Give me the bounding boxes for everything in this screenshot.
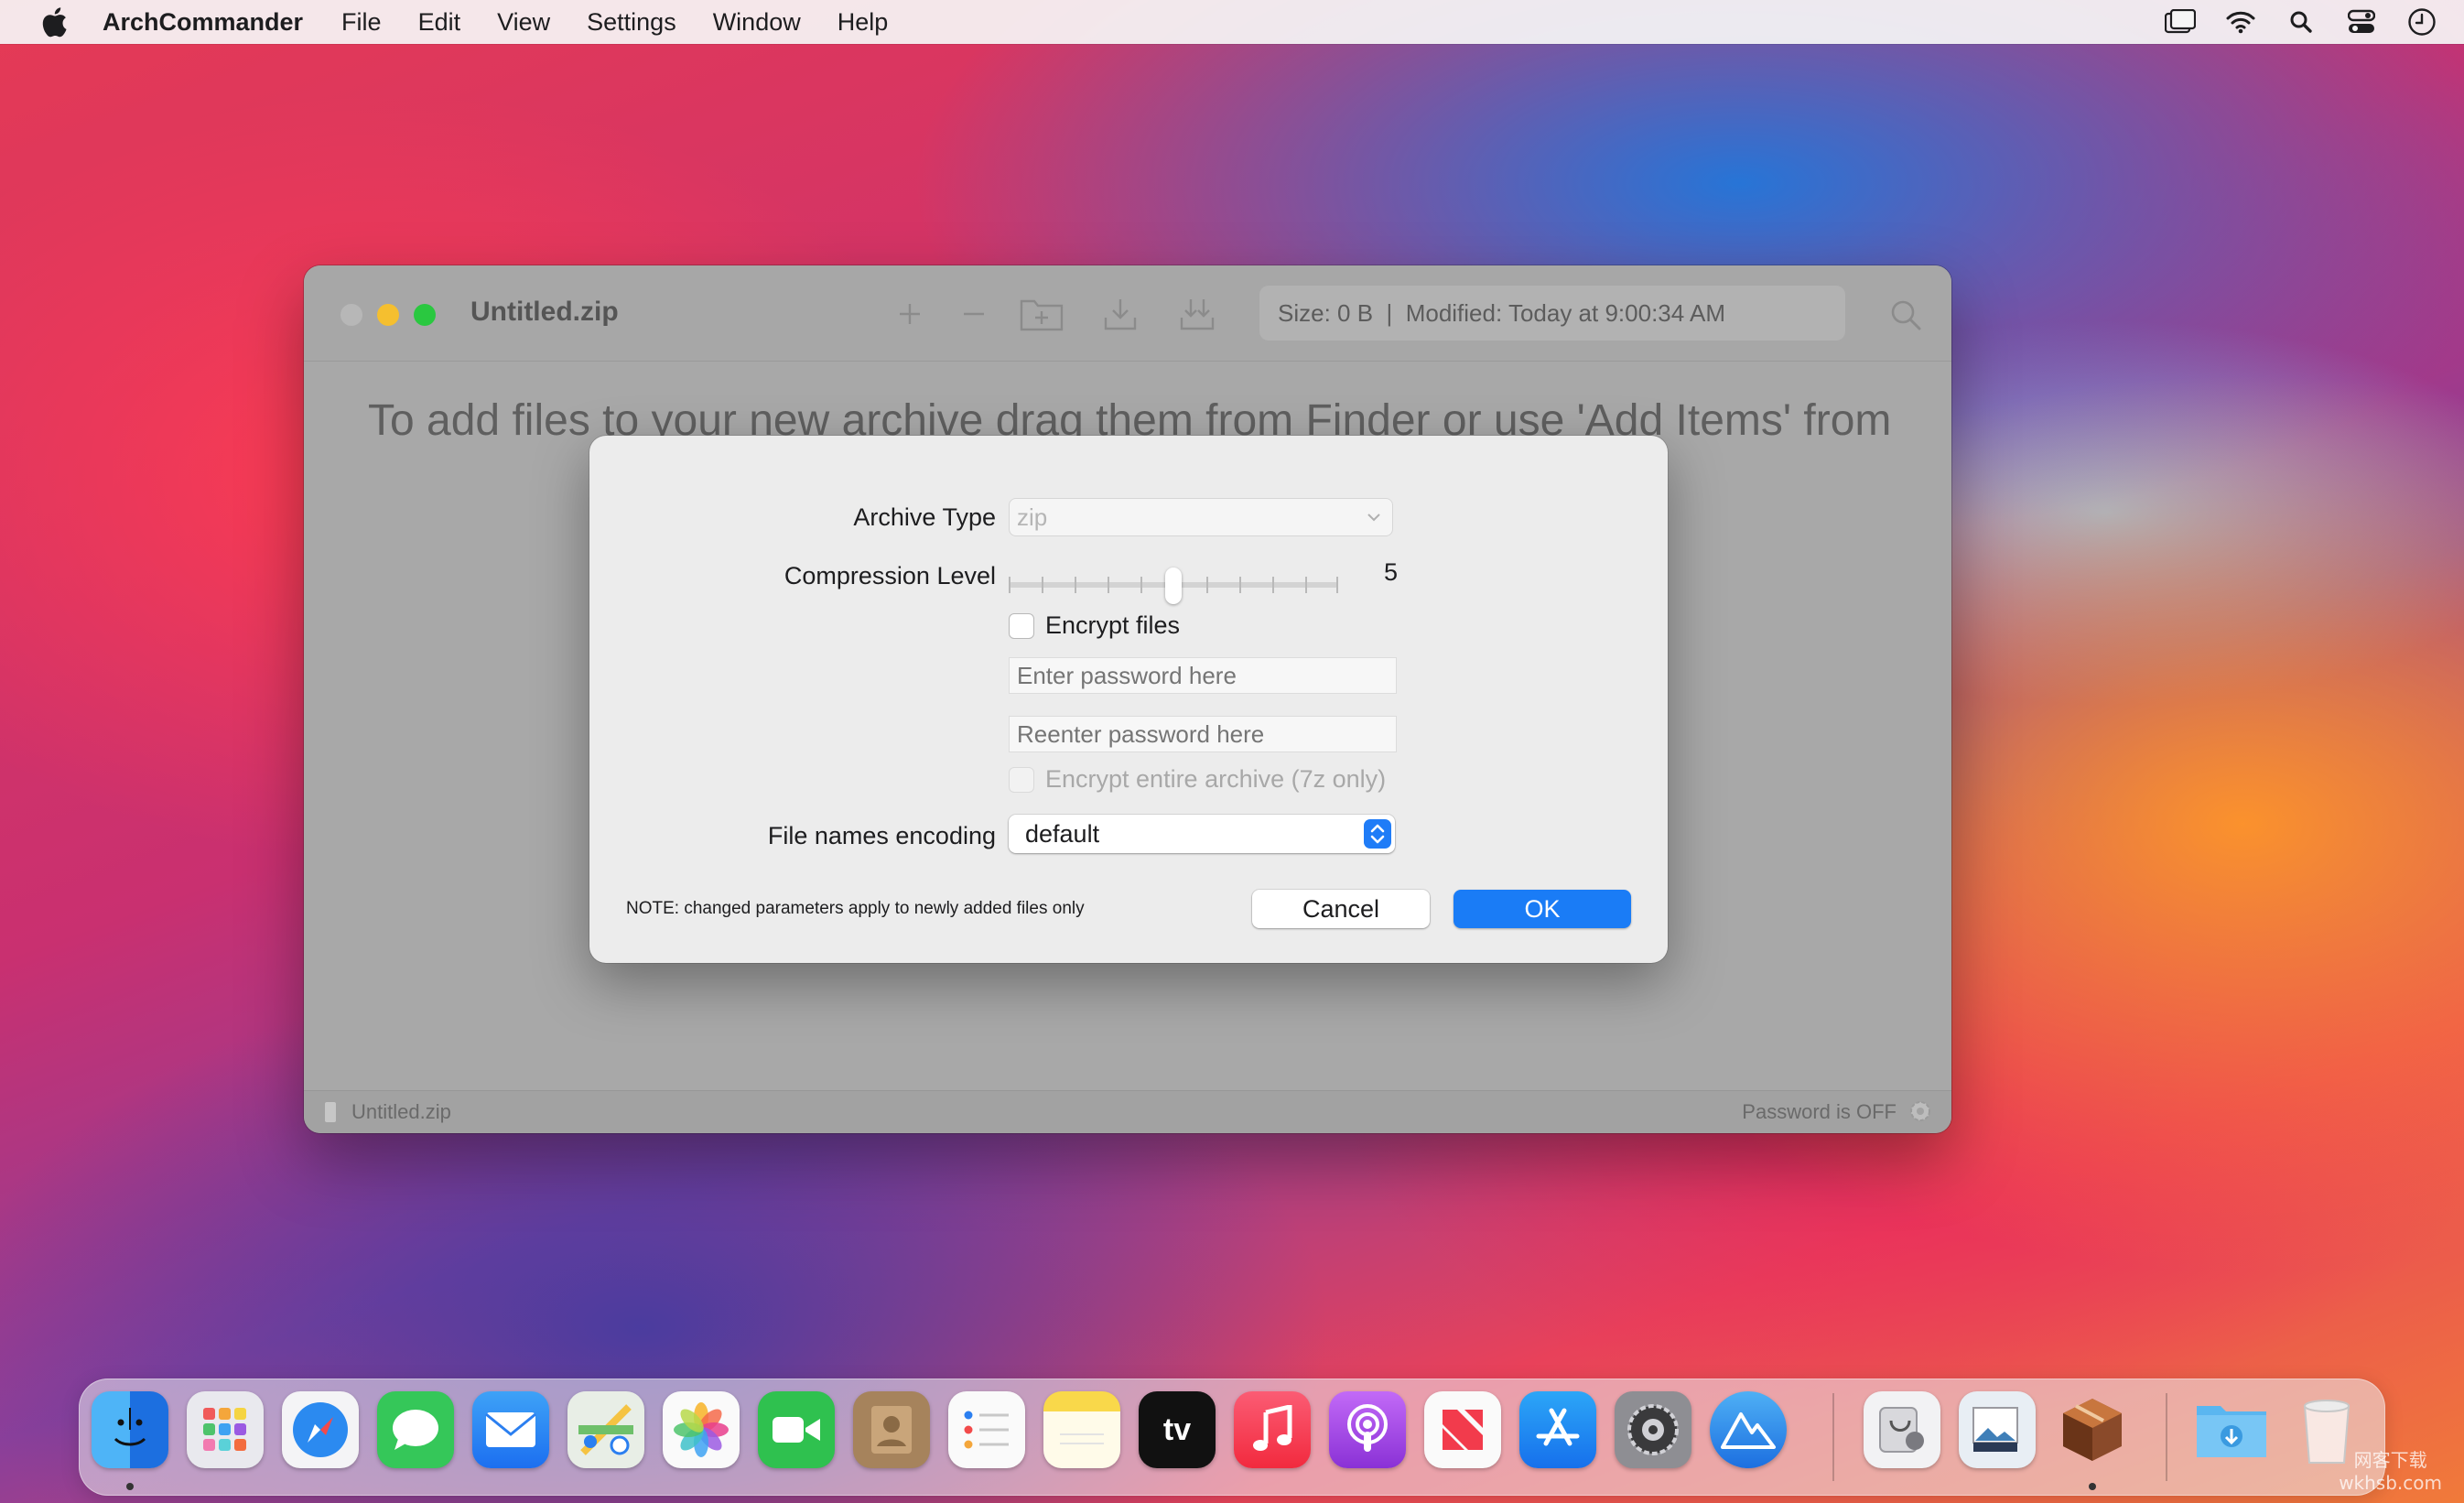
news-icon[interactable] [1424,1391,1501,1468]
slider-tick [1305,577,1307,593]
window-minimize-button[interactable] [377,304,399,326]
menu-help[interactable]: Help [838,8,889,37]
dock-separator [2166,1393,2167,1481]
encrypt-entire-archive-label: Encrypt entire archive (7z only) [1045,765,1387,793]
menu-edit[interactable]: Edit [418,8,461,37]
search-icon[interactable] [2283,4,2319,40]
password-field[interactable] [1009,657,1397,694]
archive-type-label: Archive Type [853,503,996,531]
encrypt-files-label: Encrypt files [1045,611,1181,639]
contacts-icon[interactable] [853,1391,930,1468]
window-close-button[interactable] [340,304,362,326]
slider-tick [1206,577,1208,593]
slider-tick [1075,577,1076,593]
new-folder-icon[interactable] [1016,291,1067,337]
search-icon[interactable] [1887,297,1924,333]
slider-tick [1009,577,1010,593]
safari-icon[interactable] [282,1391,359,1468]
tv-label: tv [1162,1411,1192,1447]
apple-icon[interactable] [40,6,68,38]
photos-icon[interactable] [663,1391,740,1468]
notes-icon[interactable] [1043,1391,1120,1468]
running-indicator [126,1483,134,1490]
archcommander-icon[interactable] [2054,1391,2131,1468]
downloads-folder-icon[interactable] [2193,1391,2270,1468]
altimeter-icon[interactable] [1710,1391,1787,1468]
cancel-button[interactable]: Cancel [1252,890,1430,928]
menu-settings[interactable]: Settings [587,8,676,37]
archive-type-select: zip [1009,498,1393,536]
menu-bar: ArchCommander File Edit View Settings Wi… [0,0,2464,44]
window-titlebar: Untitled.zip Size: 0 B | Modified: Today… [304,265,1951,362]
chevron-down-icon [1367,514,1380,522]
archive-type-value: zip [1017,503,1048,531]
running-indicator [2089,1483,2096,1490]
menu-window[interactable]: Window [713,8,801,37]
menu-app-name[interactable]: ArchCommander [103,8,303,37]
watermark-text: 网客下载 wkhsb.com [2339,1449,2442,1494]
extract-icon[interactable] [1095,291,1146,337]
disk-utility-icon[interactable] [1864,1391,1940,1468]
window-zoom-button[interactable] [414,304,436,326]
display-icon[interactable] [2162,4,2199,40]
status-filename: Untitled.zip [351,1100,451,1123]
tv-icon[interactable]: tv [1139,1391,1216,1468]
compression-level-label: Compression Level [784,562,996,589]
file-names-encoding-select[interactable]: default [1009,815,1395,853]
facetime-icon[interactable] [758,1391,835,1468]
wifi-icon[interactable] [2222,4,2259,40]
slider-knob[interactable] [1165,568,1182,604]
stepper-arrows-icon [1364,819,1391,849]
encrypt-entire-archive-checkbox[interactable] [1009,767,1034,793]
dialog-note: NOTE: changed parameters apply to newly … [626,899,1085,918]
slider-tick [1239,577,1241,593]
menu-view[interactable]: View [497,8,550,37]
ok-button[interactable]: OK [1454,890,1631,928]
compression-level-value: 5 [1384,558,1399,586]
control-center-icon[interactable] [2343,4,2380,40]
slider-tick [1140,577,1142,593]
reenter-password-field[interactable] [1009,716,1397,752]
menu-file[interactable]: File [341,8,382,37]
window-title: Untitled.zip [470,297,619,327]
extract-all-icon[interactable] [1172,291,1223,337]
compression-level-slider[interactable] [1009,562,1338,608]
archive-settings-dialog: Archive Type zip Compression Level 5 Enc… [589,436,1668,963]
archive-info-display: Size: 0 B | Modified: Today at 9:00:34 A… [1259,286,1845,341]
music-icon[interactable] [1234,1391,1311,1468]
slider-tick [1272,577,1274,593]
encoding-value: default [1025,820,1100,848]
slider-tick [1108,577,1109,593]
finder-icon[interactable] [92,1391,168,1468]
status-bar: Untitled.zip Password is OFF [304,1090,1951,1133]
slider-tick [1042,577,1043,593]
watermark: 网客下载 wkhsb.com [2339,1445,2442,1494]
clock-icon[interactable] [2404,4,2440,40]
podcasts-icon[interactable] [1329,1391,1406,1468]
messages-icon[interactable] [377,1391,454,1468]
archive-info-text: Size: 0 B | Modified: Today at 9:00:34 A… [1278,298,1725,327]
remove-icon[interactable] [948,291,1000,337]
system-preferences-icon[interactable] [1615,1391,1691,1468]
mail-icon[interactable] [472,1391,549,1468]
dock: tv [79,1379,2385,1496]
encrypt-files-checkbox[interactable] [1009,613,1034,639]
launchpad-icon[interactable] [187,1391,264,1468]
maps-icon[interactable] [567,1391,644,1468]
slider-tick [1336,577,1338,593]
lock-icon [325,1102,336,1122]
gear-icon[interactable] [1907,1098,1933,1124]
add-icon[interactable] [884,291,935,337]
preview-icon[interactable] [1959,1391,2036,1468]
status-password: Password is OFF [1742,1100,1897,1123]
file-names-encoding-label: File names encoding [767,822,996,849]
app-store-icon[interactable] [1519,1391,1596,1468]
reminders-icon[interactable] [948,1391,1025,1468]
dock-separator [1832,1393,1834,1481]
